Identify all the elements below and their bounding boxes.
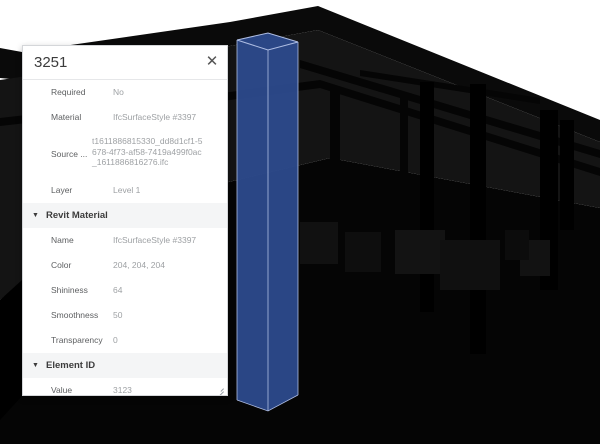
- caret-down-icon: ▼: [32, 362, 39, 369]
- panel-title: 3251: [34, 54, 68, 71]
- property-label: Transparency: [51, 335, 103, 345]
- property-value: IfcSurfaceStyle #3397: [113, 112, 197, 122]
- property-row-shininess: Shininess 64: [23, 278, 227, 303]
- section-element-id[interactable]: ▼ Element ID: [23, 353, 227, 378]
- property-value: t1611886815330_dd8d1cf1-5678-4f73-af58-7…: [92, 136, 203, 167]
- property-row-color: Color 204, 204, 204: [23, 253, 227, 278]
- property-row-value: Value 3123: [23, 378, 227, 395]
- property-label: Source ...: [51, 149, 88, 159]
- column: [470, 84, 486, 354]
- property-row-smoothness: Smoothness 50: [23, 303, 227, 328]
- property-value: 50: [113, 310, 123, 320]
- property-row-source: Source ... t1611886815330_dd8d1cf1-5678-…: [23, 130, 227, 178]
- section-title: Element ID: [46, 360, 96, 371]
- properties-panel: 3251 ✕ Required No Material IfcSurfaceSt…: [22, 45, 228, 396]
- property-row-required: Required No: [23, 80, 227, 105]
- property-value: IfcSurfaceStyle #3397: [113, 235, 197, 245]
- panel-header: 3251 ✕: [23, 46, 227, 80]
- property-row-layer: Layer Level 1: [23, 178, 227, 203]
- property-label: Required: [51, 87, 86, 97]
- selected-column: [237, 33, 298, 411]
- property-value: Level 1: [113, 185, 141, 195]
- property-value: 204, 204, 204: [113, 260, 165, 270]
- properties-list: Required No Material IfcSurfaceStyle #33…: [23, 80, 227, 395]
- close-icon[interactable]: ✕: [203, 53, 221, 71]
- column: [420, 82, 434, 312]
- property-label: Layer: [51, 185, 73, 195]
- property-row-transparency: Transparency 0: [23, 328, 227, 353]
- property-value: 3123: [113, 385, 132, 395]
- property-label: Shininess: [51, 285, 88, 295]
- section-revit-material[interactable]: ▼ Revit Material: [23, 203, 227, 228]
- property-label: Color: [51, 260, 72, 270]
- column: [560, 120, 574, 230]
- property-row-name: Name IfcSurfaceStyle #3397: [23, 228, 227, 253]
- property-value: 0: [113, 335, 118, 345]
- property-value: No: [113, 87, 124, 97]
- resize-handle[interactable]: [216, 384, 224, 392]
- property-row-material: Material IfcSurfaceStyle #3397: [23, 105, 227, 130]
- property-label: Smoothness: [51, 310, 99, 320]
- section-title: Revit Material: [46, 210, 108, 221]
- property-label: Material: [51, 112, 82, 122]
- property-label: Name: [51, 235, 74, 245]
- caret-down-icon: ▼: [32, 212, 39, 219]
- property-label: Value: [51, 385, 73, 395]
- column: [330, 90, 340, 220]
- column: [400, 95, 408, 215]
- property-value: 64: [113, 285, 123, 295]
